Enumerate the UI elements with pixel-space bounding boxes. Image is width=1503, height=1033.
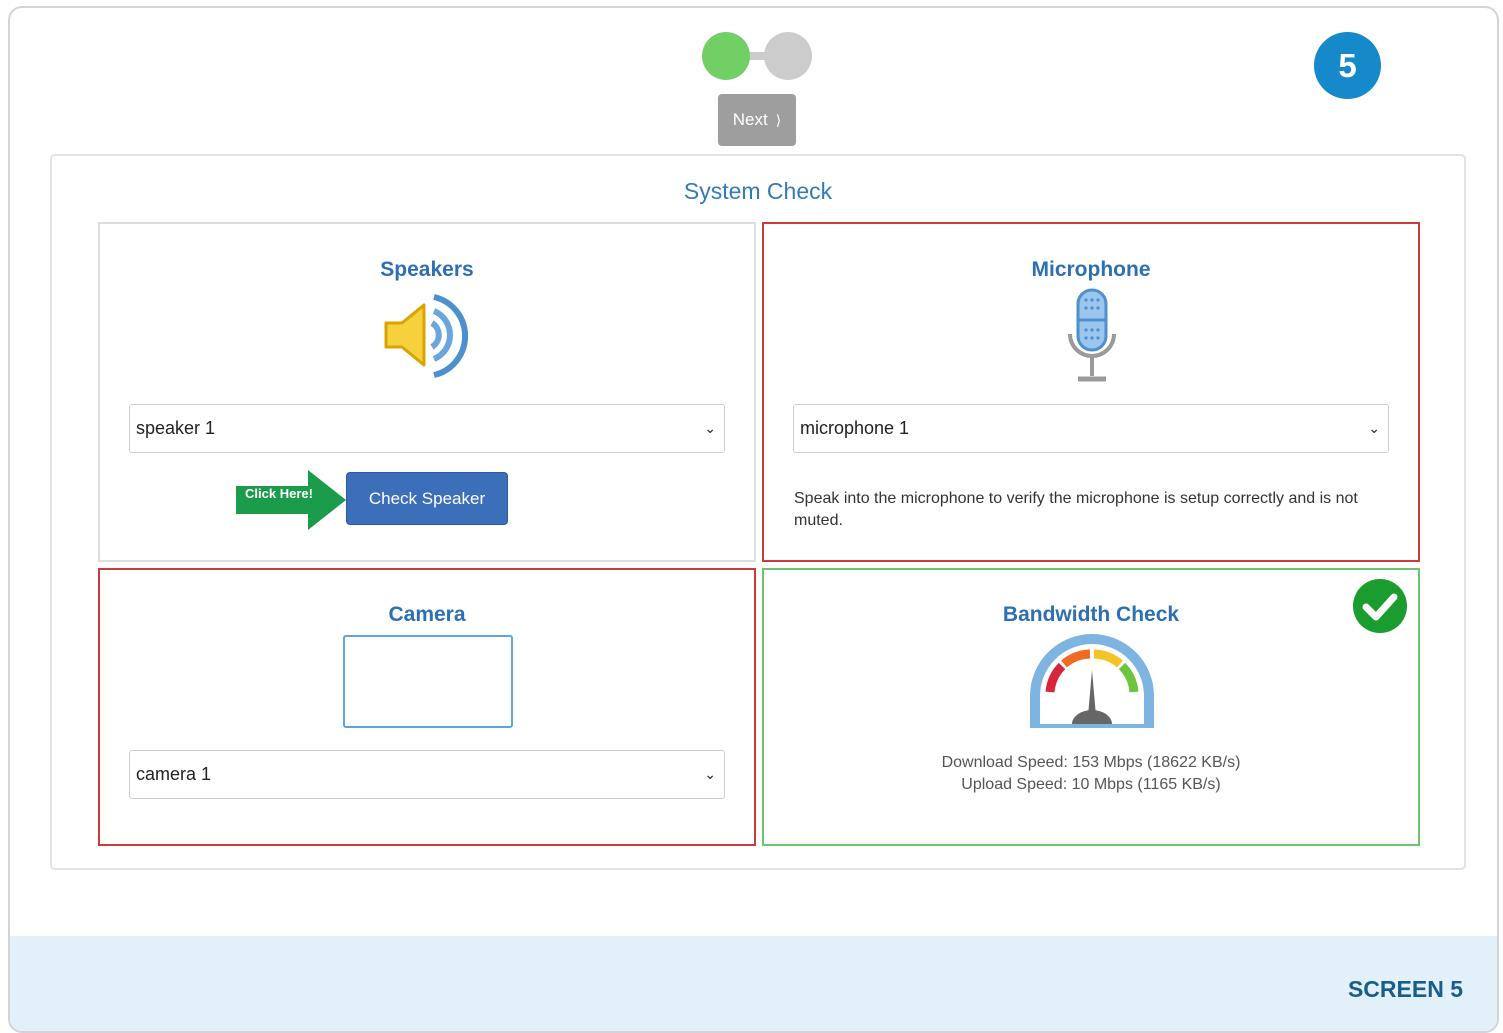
chevron-down-icon: ⌄ [1368,420,1380,436]
bandwidth-title: Bandwidth Check [1002,603,1180,626]
next-button-label: Next [732,110,768,129]
speaker-icon [384,294,469,378]
click-here-label: Click Here! [245,486,313,501]
upload-speed: Upload Speed: 10 Mbps (1165 KB/s) [961,776,1221,793]
step-progress [702,32,814,82]
camera-select-value: camera 1 [136,764,212,784]
step-number-badge: 5 [1314,32,1381,99]
download-speed: Download Speed: 153 Mbps (18622 KB/s) [941,754,1241,771]
chevron-down-icon: ⌄ [704,766,716,782]
speedometer-icon [1030,634,1154,728]
microphone-select[interactable]: microphone 1 ⌄ [793,404,1389,453]
screen-label: SCREEN 5 [1347,976,1463,1002]
speaker-select[interactable]: speaker 1 ⌄ [129,404,725,453]
speaker-select-value: speaker 1 [136,418,216,438]
microphone-title: Microphone [1031,258,1151,281]
panel-title: System Check [683,178,833,204]
check-speaker-button[interactable]: Check Speaker [346,472,508,525]
next-button[interactable]: Next ⟩ [718,94,796,146]
bandwidth-card: Bandwidth Check Download Speed: 153 Mbps… [762,568,1420,846]
bandwidth-results: Download Speed: 153 Mbps (18622 KB/s) Up… [764,752,1418,796]
speakers-title: Speakers [380,258,474,281]
microphone-select-value: microphone 1 [800,418,910,438]
chevron-down-icon: ⌄ [704,420,716,436]
speakers-card: Speakers speaker 1 ⌄ Click Here! Check S… [98,222,756,562]
chevron-right-icon: ⟩ [775,111,782,128]
footer-bar: SCREEN 5 [10,936,1497,1031]
microphone-card: Microphone microphone 1 ⌄ Speak into the… [762,222,1420,562]
step-1-indicator [702,32,750,80]
system-check-panel: System Check Speakers speaker 1 ⌄ Click … [50,154,1466,870]
camera-preview [343,635,513,728]
screen-frame: Next ⟩ 5 System Check Speakers speaker 1… [8,6,1499,1033]
camera-title: Camera [388,603,466,626]
microphone-help-text: Speak into the microphone to verify the … [794,490,1358,529]
step-2-indicator [764,32,812,80]
camera-select[interactable]: camera 1 ⌄ [129,750,725,799]
click-here-callout: Click Here! [236,470,348,530]
microphone-icon [1068,288,1116,382]
camera-card: Camera camera 1 ⌄ [98,568,756,846]
checkmark-circle-icon [1353,579,1407,633]
